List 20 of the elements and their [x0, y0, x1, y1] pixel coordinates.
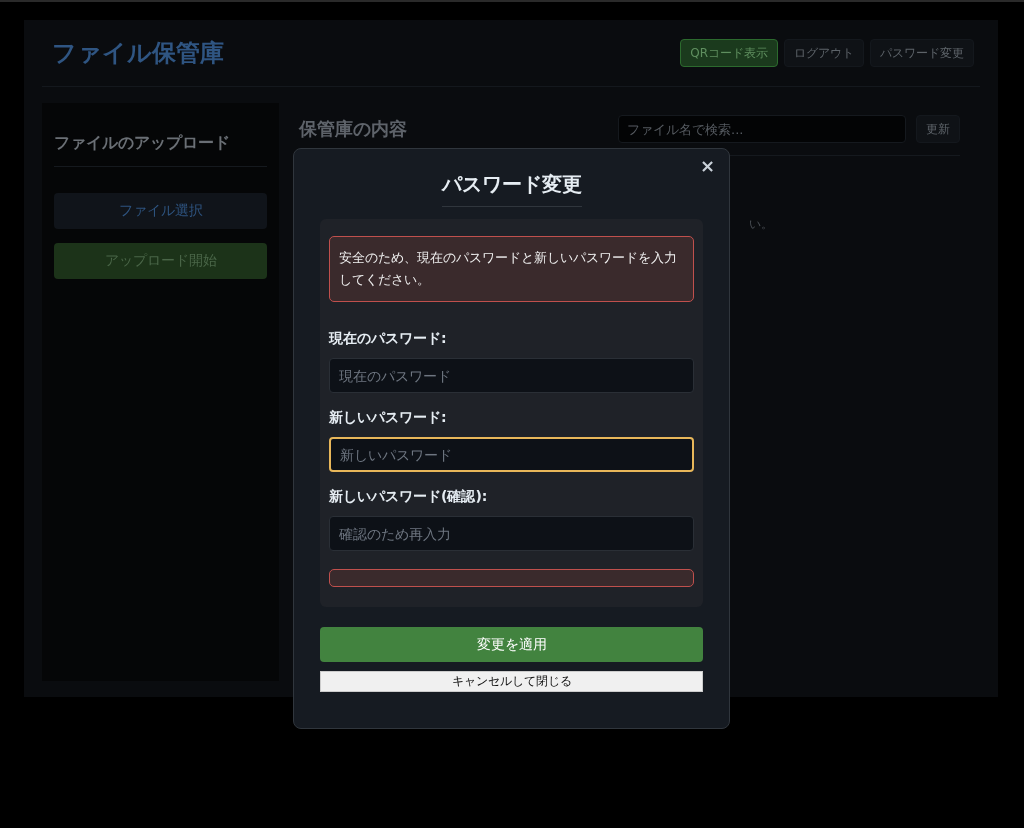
app-title: ファイル保管庫 — [52, 38, 224, 69]
header-button[interactable]: ログアウト — [784, 39, 864, 67]
cancel-button[interactable]: キャンセルして閉じる — [320, 671, 703, 692]
sidebar-title: ファイルのアップロード — [54, 133, 267, 167]
file-select-button[interactable]: ファイル選択 — [54, 193, 267, 229]
search-field[interactable]: ファイル名で検索... — [618, 115, 906, 143]
field-label: 新しいパスワード: — [329, 409, 448, 427]
notice-message: 安全のため、現在のパスワードと新しいパスワードを入力してください。 — [329, 236, 694, 302]
password-field[interactable]: 現在のパスワード — [329, 358, 694, 393]
header-button[interactable]: パスワード変更 — [870, 39, 974, 67]
section-title: 保管庫の内容 — [299, 117, 408, 141]
password-field[interactable]: 新しいパスワード — [329, 437, 694, 472]
field-label: 現在のパスワード: — [329, 330, 448, 348]
empty-message: い。 — [749, 216, 774, 233]
field-label: 新しいパスワード(確認): — [329, 488, 489, 506]
password-field[interactable]: 確認のため再入力 — [329, 516, 694, 551]
refresh-button[interactable]: 更新 — [916, 115, 960, 143]
apply-button[interactable]: 変更を適用 — [320, 627, 703, 662]
dialog-title: パスワード変更 — [441, 171, 582, 207]
qr-code-button[interactable]: QRコード表示 — [680, 39, 778, 67]
